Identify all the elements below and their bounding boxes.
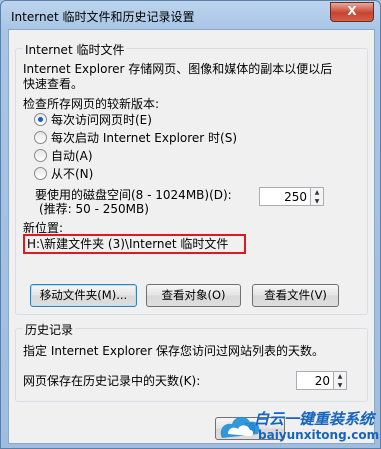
watermark-text: 白云一键重装系统	[254, 410, 375, 428]
radio-never[interactable]	[34, 167, 47, 180]
spin-down-icon[interactable]: ▼	[311, 197, 323, 206]
radio-every-visit[interactable]	[34, 113, 47, 126]
window-title: Internet 临时文件和历史记录设置	[11, 10, 195, 24]
radio-never-label[interactable]: 从不(N)	[51, 165, 93, 182]
spin-up-icon[interactable]: ▲	[334, 372, 346, 381]
radio-every-visit-label[interactable]: 每次访问网页时(E)	[51, 111, 152, 128]
dialog-body: Internet 临时文件 Internet Explorer 存储网页、图像和…	[8, 29, 375, 444]
close-button[interactable]: X	[330, 2, 374, 22]
history-description: 指定 Internet Explorer 保存您访问过网站列表的天数。	[23, 344, 325, 358]
watermark-url: baiyunxitong.com	[258, 428, 380, 442]
disk-space-hint: (推荐: 50 - 250MB)	[39, 202, 149, 216]
spin-up-icon[interactable]: ▲	[311, 188, 323, 197]
settings-window: Internet 临时文件和历史记录设置 X Internet 临时文件 Int…	[0, 0, 381, 449]
radio-automatic-label[interactable]: 自动(A)	[51, 147, 93, 164]
view-files-button[interactable]: 查看文件(V)	[252, 284, 339, 307]
history-days-label: 网页保存在历史记录中的天数(K):	[23, 374, 201, 388]
watermark-logo: 白云一键重装系统 baiyunxitong.com	[218, 404, 380, 446]
radio-selected-dot	[38, 117, 43, 122]
disk-space-spinner[interactable]: ▲ ▼	[311, 187, 324, 206]
history-group-label: 历史记录	[23, 321, 76, 338]
history-days-spinner[interactable]: ▲ ▼	[334, 371, 347, 390]
radio-automatic[interactable]	[34, 149, 47, 162]
temp-files-description-line2: 快速查看。	[23, 77, 84, 91]
radio-every-start-label[interactable]: 每次启动 Internet Explorer 时(S)	[51, 129, 237, 146]
temp-files-group-label: Internet 临时文件	[23, 41, 127, 58]
history-days-input[interactable]: 20	[296, 371, 334, 390]
radio-every-start[interactable]	[34, 131, 47, 144]
check-newer-label: 检查所存网页的较新版本:	[23, 97, 160, 111]
view-objects-button[interactable]: 查看对象(O)	[146, 284, 241, 307]
spin-down-icon[interactable]: ▼	[334, 381, 346, 390]
disk-space-input[interactable]: 250	[259, 187, 311, 206]
new-location-path: H:\新建文件夹 (3)\Internet 临时文件	[23, 234, 246, 254]
move-folder-button[interactable]: 移动文件夹(M)...	[30, 284, 137, 307]
